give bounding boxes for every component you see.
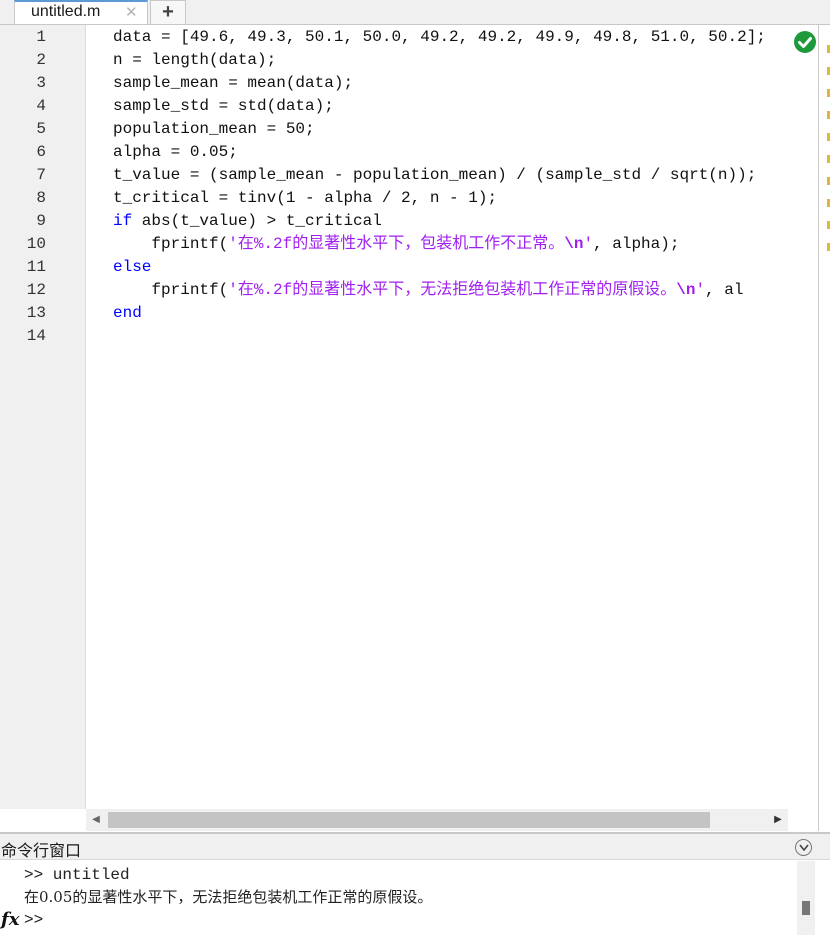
line-number: 9 (36, 212, 46, 230)
code-line[interactable]: n = length(data); (113, 49, 276, 72)
escape-sequence: \n (676, 281, 696, 299)
side-panel-edge (818, 25, 830, 831)
code-line[interactable]: end (113, 302, 142, 325)
code-line[interactable]: fprintf('在%.2f的显著性水平下，无法拒绝包装机工作正常的原假设。\n… (113, 279, 743, 302)
code-line[interactable]: if abs(t_value) > t_critical (113, 210, 382, 233)
scrollbar-thumb[interactable] (802, 901, 810, 915)
line-number: 3 (36, 74, 46, 92)
code-line[interactable]: t_value = (sample_mean - population_mean… (113, 164, 756, 187)
string-literal: '在%.2f的显著性水平下，无法拒绝包装机工作正常的原假设。 (228, 281, 677, 299)
code-line[interactable]: sample_std = std(data); (113, 95, 334, 118)
line-number: 2 (36, 51, 46, 69)
scroll-left-icon[interactable]: ◀ (86, 809, 106, 831)
scroll-right-icon[interactable]: ▶ (768, 809, 788, 831)
string-literal: '在%.2f的显著性水平下，包装机工作不正常。 (228, 235, 565, 253)
string-quote: ' (583, 235, 594, 253)
scrollbar-thumb[interactable] (108, 812, 710, 828)
code-line[interactable]: fprintf('在%.2f的显著性水平下，包装机工作不正常。\n', alph… (113, 233, 679, 256)
tab-label: untitled.m (31, 3, 101, 20)
line-number: 14 (26, 327, 46, 345)
code-line[interactable]: t_critical = tinv(1 - alpha / 2, n - 1); (113, 187, 497, 210)
line-number: 13 (26, 304, 46, 322)
code-text: fprintf( (113, 281, 229, 299)
code-analyzer-strip (788, 25, 818, 809)
function-browser-icon[interactable]: fx (1, 909, 19, 930)
close-icon[interactable]: ✕ (125, 3, 138, 21)
code-text: fprintf( (113, 235, 229, 253)
code-text: abs(t_value) > t_critical (132, 212, 382, 230)
line-number: 4 (36, 97, 46, 115)
command-window: 命令行窗口 >> untitled 在0.05的显著性水平下，无法拒绝包装机工作… (0, 832, 830, 935)
code-line[interactable]: else (113, 256, 151, 279)
command-window-title: 命令行窗口 (1, 841, 82, 860)
string-quote: ' (695, 281, 706, 299)
code-text: , alpha); (593, 235, 680, 253)
horizontal-scrollbar[interactable]: ◀ ▶ (86, 809, 788, 831)
command-prompt: >> (24, 911, 44, 929)
code-area[interactable]: data = [49.6, 49.3, 50.1, 50.0, 49.2, 49… (86, 25, 788, 809)
line-number: 6 (36, 143, 46, 161)
line-number: 1 (36, 28, 46, 46)
keyword-end: end (113, 304, 142, 322)
code-line[interactable]: data = [49.6, 49.3, 50.1, 50.0, 49.2, 49… (113, 26, 766, 49)
keyword-else: else (113, 258, 152, 276)
new-tab-button[interactable]: + (150, 0, 186, 24)
command-history-line: >> untitled (24, 866, 130, 884)
escape-sequence: \n (564, 235, 584, 253)
command-input[interactable] (46, 911, 786, 933)
command-output-line: 在0.05的显著性水平下，无法拒绝包装机工作正常的原假设。 (24, 888, 433, 906)
line-number-gutter: 1 2 3 4 5 6 7 8 9 10 11 12 13 14 (0, 25, 86, 809)
chevron-down-icon[interactable] (795, 839, 812, 856)
line-number: 12 (26, 281, 46, 299)
line-number: 7 (36, 166, 46, 184)
vertical-scrollbar[interactable] (797, 861, 815, 935)
tab-untitled-m[interactable]: untitled.m ✕ (14, 0, 148, 24)
command-window-header: 命令行窗口 (0, 834, 830, 860)
line-number: 8 (36, 189, 46, 207)
code-line[interactable]: sample_mean = mean(data); (113, 72, 353, 95)
editor-tab-bar: untitled.m ✕ + (0, 0, 830, 24)
code-line[interactable]: alpha = 0.05; (113, 141, 238, 164)
keyword-if: if (113, 212, 133, 230)
code-line[interactable]: population_mean = 50; (113, 118, 315, 141)
line-number: 5 (36, 120, 46, 138)
code-text: , al (705, 281, 744, 299)
line-number: 11 (26, 258, 46, 276)
line-number: 10 (26, 235, 46, 253)
check-circle-icon[interactable] (794, 31, 816, 53)
code-editor[interactable]: 1 2 3 4 5 6 7 8 9 10 11 12 13 14 data = … (0, 24, 830, 831)
command-output[interactable]: >> untitled 在0.05的显著性水平下，无法拒绝包装机工作正常的原假设… (0, 861, 830, 935)
